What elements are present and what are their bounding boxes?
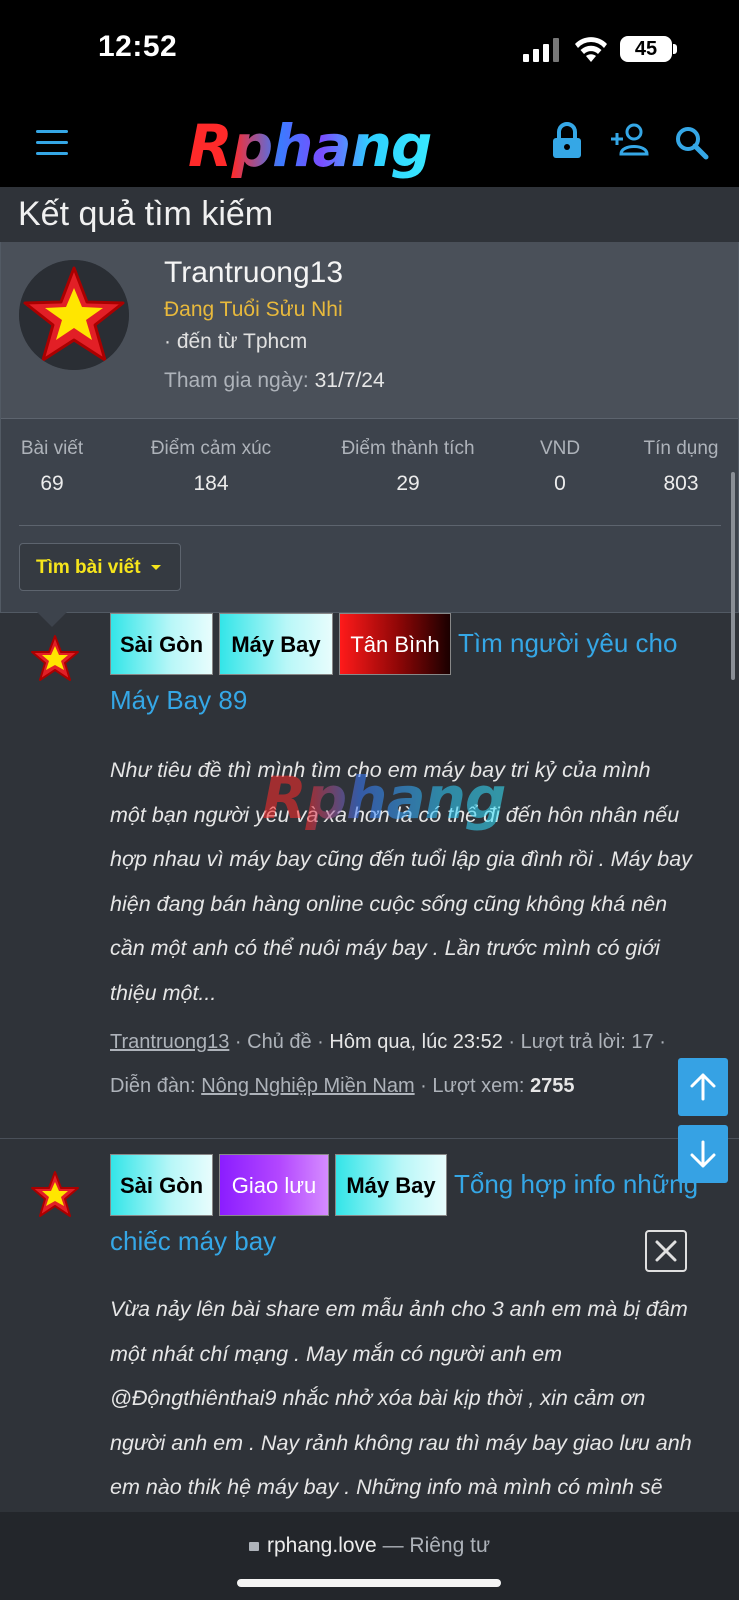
menu-icon[interactable] xyxy=(36,130,68,156)
close-icon xyxy=(655,1240,677,1262)
member-user-title: Đang Tuổi Sửu Nhi xyxy=(164,298,343,321)
star-avatar-icon[interactable] xyxy=(30,1170,80,1220)
snippet-line: thiệu một... xyxy=(110,980,217,1005)
prefix-tag[interactable]: Sài Gòn xyxy=(110,1154,213,1216)
member-tooltip-card: Trantruong13 Đang Tuổi Sửu Nhi · đến từ … xyxy=(0,242,739,613)
member-card-header: Trantruong13 Đang Tuổi Sửu Nhi · đến từ … xyxy=(1,242,738,419)
site-logo[interactable]: Rphang xyxy=(188,112,432,180)
result-title-continued[interactable]: Máy Bay 89 xyxy=(110,672,700,729)
scrollbar[interactable] xyxy=(731,472,735,680)
address-text[interactable]: rphang.love — Riêng tư xyxy=(0,1534,739,1558)
status-time: 12:52 xyxy=(98,30,178,63)
stat-trophy-points: Điểm thành tích 29 xyxy=(334,438,482,496)
stat-label: Bài viết xyxy=(20,438,84,459)
result-divider xyxy=(0,1138,739,1139)
views-count: 2755 xyxy=(530,1075,575,1097)
find-posts-label: Tìm bài viết xyxy=(36,557,141,578)
snippet-line: người anh em . Nay rảnh không rau thì má… xyxy=(110,1430,692,1455)
stat-label: Tín dụng xyxy=(643,438,719,459)
card-divider xyxy=(19,525,721,526)
result-meta: Trantruong13 · Chủ đề · Hôm qua, lúc 23:… xyxy=(110,1031,666,1097)
caret-down-icon xyxy=(150,565,161,571)
stat-value: 29 xyxy=(396,472,420,495)
stat-label: VND xyxy=(539,438,581,459)
stat-value: 803 xyxy=(663,472,699,495)
snippet-line: @Độngthiênthai9 nhắc nhở xóa bài kịp thờ… xyxy=(110,1386,646,1410)
scroll-to-bottom-button[interactable] xyxy=(678,1125,728,1183)
lock-icon[interactable] xyxy=(551,122,583,160)
replies-count: 17 xyxy=(631,1031,654,1053)
stat-credits: Tín dụng 803 xyxy=(639,438,723,496)
stat-reactions: Điểm cảm xúc 184 xyxy=(141,438,281,496)
home-indicator[interactable] xyxy=(237,1579,501,1587)
post-date: Hôm qua, lúc 23:52 xyxy=(329,1031,503,1053)
battery-icon: 45 xyxy=(620,36,672,62)
cellular-signal-icon xyxy=(523,38,561,62)
snippet-line: Vừa nảy lên bài share em mẫu ảnh cho 3 a… xyxy=(110,1297,688,1321)
views-label: Lượt xem: xyxy=(432,1075,525,1097)
author-link[interactable]: Trantruong13 xyxy=(110,1031,229,1053)
star-avatar-icon[interactable] xyxy=(30,634,80,684)
prefix-tag[interactable]: Máy Bay xyxy=(335,1154,447,1216)
result-snippet: Vừa nảy lên bài share em mẫu ảnh cho 3 a… xyxy=(110,1287,710,1510)
result-title-continued[interactable]: chiếc máy bay xyxy=(110,1213,700,1270)
star-avatar-icon xyxy=(19,260,129,370)
prefix-tag[interactable]: Tân Bình xyxy=(339,613,451,675)
wifi-icon xyxy=(575,37,607,62)
arrow-down-icon xyxy=(690,1140,716,1168)
joined-label: Tham gia ngày: xyxy=(164,369,309,392)
content-type: Chủ đề xyxy=(247,1031,312,1053)
snippet-line: cần một anh có thể nuôi máy bay . Lần tr… xyxy=(110,936,660,960)
url-domain: rphang.love xyxy=(266,1534,377,1557)
replies-label: Lượt trả lời: xyxy=(520,1031,626,1053)
url-separator: — xyxy=(382,1534,404,1557)
stat-posts: Bài viết 69 xyxy=(19,438,85,496)
search-icon[interactable] xyxy=(675,126,709,160)
snippet-line: một nhát chí mạng . May mắn có người anh… xyxy=(110,1341,563,1366)
stat-vnd: VND 0 xyxy=(535,438,585,496)
stat-label: Điểm cảm xúc xyxy=(150,438,272,459)
member-location: · đến từ Tphcm xyxy=(164,330,308,353)
prefix-tag[interactable]: Giao lưu xyxy=(219,1154,329,1216)
top-navigation: Rphang xyxy=(0,100,739,187)
forum-link[interactable]: Nông Nghiệp Miền Nam xyxy=(201,1075,414,1097)
member-username[interactable]: Trantruong13 xyxy=(164,256,343,290)
status-bar: 12:52 45 xyxy=(0,0,739,100)
lock-icon xyxy=(248,1542,259,1551)
snippet-line: em nào thik hệ máy bay . Những info mà m… xyxy=(110,1475,663,1499)
page-title: Kết quả tìm kiếm xyxy=(18,195,274,233)
snippet-line: hiện đang bán hàng online cuộc sống cũng… xyxy=(110,891,668,916)
stat-label: Điểm thành tích xyxy=(341,438,475,459)
member-joined: Tham gia ngày: 31/7/24 xyxy=(164,369,385,393)
page-title-bar: Kết quả tìm kiếm xyxy=(0,187,739,243)
battery-nub xyxy=(673,44,677,54)
result-title[interactable]: Tìm người yêu cho xyxy=(458,615,718,672)
privacy-label: Riêng tư xyxy=(409,1534,491,1557)
stat-value: 69 xyxy=(40,472,64,495)
arrow-up-icon xyxy=(690,1073,716,1101)
scroll-to-top-button[interactable] xyxy=(678,1058,728,1116)
find-posts-button[interactable]: Tìm bài viết xyxy=(19,543,181,591)
forum-label: Diễn đàn: xyxy=(110,1075,196,1097)
register-user-icon[interactable] xyxy=(609,122,651,158)
joined-value: 31/7/24 xyxy=(314,369,385,392)
stat-value: 184 xyxy=(193,472,229,495)
tooltip-pointer xyxy=(36,611,68,627)
member-avatar[interactable] xyxy=(19,260,129,370)
snippet-line: hợp nhau vì máy bay cũng đến tuổi lập gi… xyxy=(110,847,692,871)
prefix-tag[interactable]: Máy Bay xyxy=(219,613,333,675)
close-button[interactable] xyxy=(645,1230,687,1272)
stat-value: 0 xyxy=(554,472,566,495)
logo-watermark: Rphang xyxy=(262,764,506,832)
prefix-tag[interactable]: Sài Gòn xyxy=(110,613,213,675)
